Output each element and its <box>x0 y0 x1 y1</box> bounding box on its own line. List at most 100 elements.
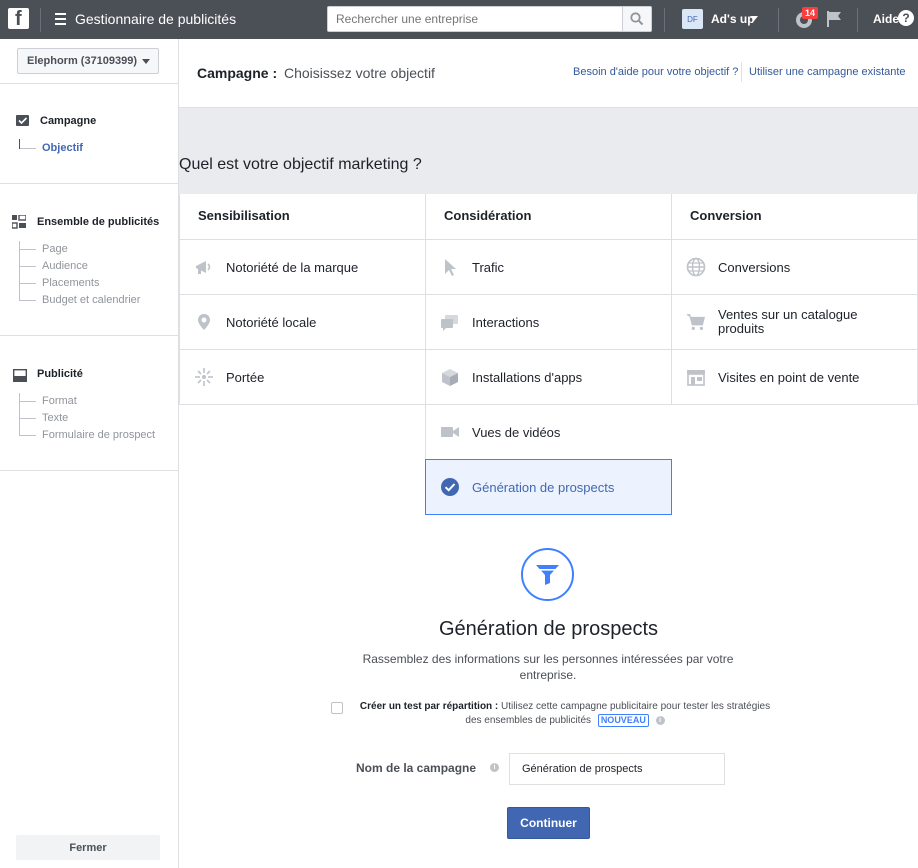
sidebar-section-ad[interactable]: Publicité <box>37 368 83 380</box>
objective-app-installs[interactable]: Installations d'apps <box>425 350 672 405</box>
divider <box>0 335 178 336</box>
column-awareness: Sensibilisation <box>179 194 426 240</box>
cursor-icon <box>440 257 460 277</box>
reach-icon <box>194 367 214 387</box>
search-input[interactable] <box>328 7 618 31</box>
sidebar-item-audience[interactable]: Audience <box>20 258 140 275</box>
check-circle-icon <box>440 477 460 497</box>
menu-icon[interactable] <box>55 13 66 25</box>
chat-bubbles-icon <box>440 312 460 332</box>
search-icon <box>630 12 644 26</box>
objective-video-views[interactable]: Vues de vidéos <box>425 405 672 460</box>
facebook-logo-icon[interactable]: f <box>8 8 29 29</box>
notification-count-badge: 14 <box>802 7 819 19</box>
objective-brand-awareness[interactable]: Notoriété de la marque <box>179 240 426 295</box>
location-pin-icon <box>194 312 214 332</box>
funnel-icon <box>521 548 574 601</box>
objective-question-band <box>179 108 918 194</box>
divider <box>0 83 178 84</box>
split-test-checkbox[interactable] <box>331 702 343 714</box>
objective-conversions[interactable]: Conversions <box>671 240 918 295</box>
detail-description: Rassemblez des informations sur les pers… <box>362 652 734 682</box>
objective-label: Interactions <box>472 314 540 330</box>
campaign-checkbox-icon <box>16 115 29 126</box>
info-icon[interactable]: i <box>655 715 665 725</box>
box-icon <box>440 367 460 387</box>
chevron-down-icon <box>142 58 151 64</box>
objective-traffic[interactable]: Trafic <box>425 240 672 295</box>
cart-icon <box>686 312 706 332</box>
split-test-text: Créer un test par répartition : Utilisez… <box>355 700 775 728</box>
objective-engagement[interactable]: Interactions <box>425 295 672 350</box>
account-name[interactable]: Ad's up <box>711 12 755 26</box>
new-badge: NOUVEAU <box>597 714 649 727</box>
sidebar: Elephorm (37109399) Campagne Objectif En… <box>0 39 179 868</box>
adset-grid-icon <box>12 215 26 229</box>
top-bar: f Gestionnaire de publicités DF Ad's up … <box>0 0 918 39</box>
sidebar-section-campaign[interactable]: Campagne <box>40 115 96 127</box>
objective-reach[interactable]: Portée <box>179 350 426 405</box>
objective-question: Quel est votre objectif marketing ? <box>179 156 422 173</box>
objective-catalog-sales[interactable]: Ventes sur un catalogue produits <box>671 295 918 350</box>
divider <box>0 470 178 471</box>
detail-title: Génération de prospects <box>438 618 659 640</box>
search-button[interactable] <box>622 7 651 31</box>
close-button[interactable]: Fermer <box>16 835 160 860</box>
objective-lead-generation[interactable]: Génération de prospects <box>425 459 672 515</box>
sidebar-item-objectif[interactable]: Objectif <box>20 140 83 157</box>
sidebar-item-page[interactable]: Page <box>20 241 140 258</box>
existing-campaign-link[interactable]: Utiliser une campagne existante <box>749 66 906 78</box>
sidebar-item-texte[interactable]: Texte <box>20 410 155 427</box>
sidebar-item-format[interactable]: Format <box>20 393 155 410</box>
search-box <box>327 6 652 32</box>
objective-store-visits[interactable]: Visites en point de vente <box>671 350 918 405</box>
objective-label: Notoriété de la marque <box>226 259 359 275</box>
store-icon <box>686 367 706 387</box>
objective-local-awareness[interactable]: Notoriété locale <box>179 295 426 350</box>
sidebar-item-placements[interactable]: Placements <box>20 275 140 292</box>
account-selector-label: Elephorm (37109399) <box>27 55 138 67</box>
split-test-label: Créer un test par répartition : <box>359 701 499 712</box>
divider <box>741 62 742 82</box>
tree-ad: Format Texte Formulaire de prospect <box>19 393 155 441</box>
sidebar-section-adset[interactable]: Ensemble de publicités <box>37 216 159 228</box>
account-selector[interactable]: Elephorm (37109399) <box>17 48 159 74</box>
page-title: Choisissez votre objectif <box>284 65 435 81</box>
column-conversion: Conversion <box>671 194 918 240</box>
objective-label: Notoriété locale <box>226 314 317 330</box>
sidebar-item-budget[interactable]: Budget et calendrier <box>20 292 140 309</box>
sidebar-item-lead-form[interactable]: Formulaire de prospect <box>20 427 155 444</box>
globe-icon <box>686 257 706 277</box>
divider <box>664 8 665 32</box>
continue-button[interactable]: Continuer <box>507 807 590 839</box>
objective-label: Trafic <box>472 259 505 275</box>
objective-label: Installations d'apps <box>472 369 583 385</box>
objective-label: Génération de prospects <box>472 479 615 495</box>
objective-help-link[interactable]: Besoin d'aide pour votre objectif ? <box>573 66 738 78</box>
divider <box>0 183 178 184</box>
divider <box>778 8 779 32</box>
divider <box>40 8 41 32</box>
flag-icon[interactable] <box>826 10 842 28</box>
video-camera-icon <box>440 422 460 442</box>
objective-label: Visites en point de vente <box>718 369 860 385</box>
campaign-name-label: Nom de la campagne <box>356 761 477 775</box>
tree-adset: Page Audience Placements Budget et calen… <box>19 241 140 306</box>
help-icon[interactable]: ? <box>898 10 914 26</box>
objective-label: Vues de vidéos <box>472 424 561 440</box>
tree-campaign: Objectif <box>19 139 83 154</box>
ad-panel-icon <box>13 369 27 382</box>
objective-label: Conversions <box>718 259 791 275</box>
account-avatar[interactable]: DF <box>682 9 703 29</box>
megaphone-icon <box>194 257 214 277</box>
chevron-down-icon[interactable] <box>750 16 758 21</box>
campaign-name-input[interactable] <box>509 753 725 785</box>
divider <box>857 8 858 32</box>
campaign-label: Campagne : <box>197 65 278 81</box>
objective-label: Ventes sur un catalogue produits <box>718 307 858 336</box>
main-header: Campagne : Choisissez votre objectif Bes… <box>179 39 918 108</box>
column-consideration: Considération <box>425 194 672 240</box>
info-icon[interactable]: i <box>490 763 499 772</box>
help-label[interactable]: Aide <box>873 12 899 26</box>
app-title[interactable]: Gestionnaire de publicités <box>75 11 236 27</box>
